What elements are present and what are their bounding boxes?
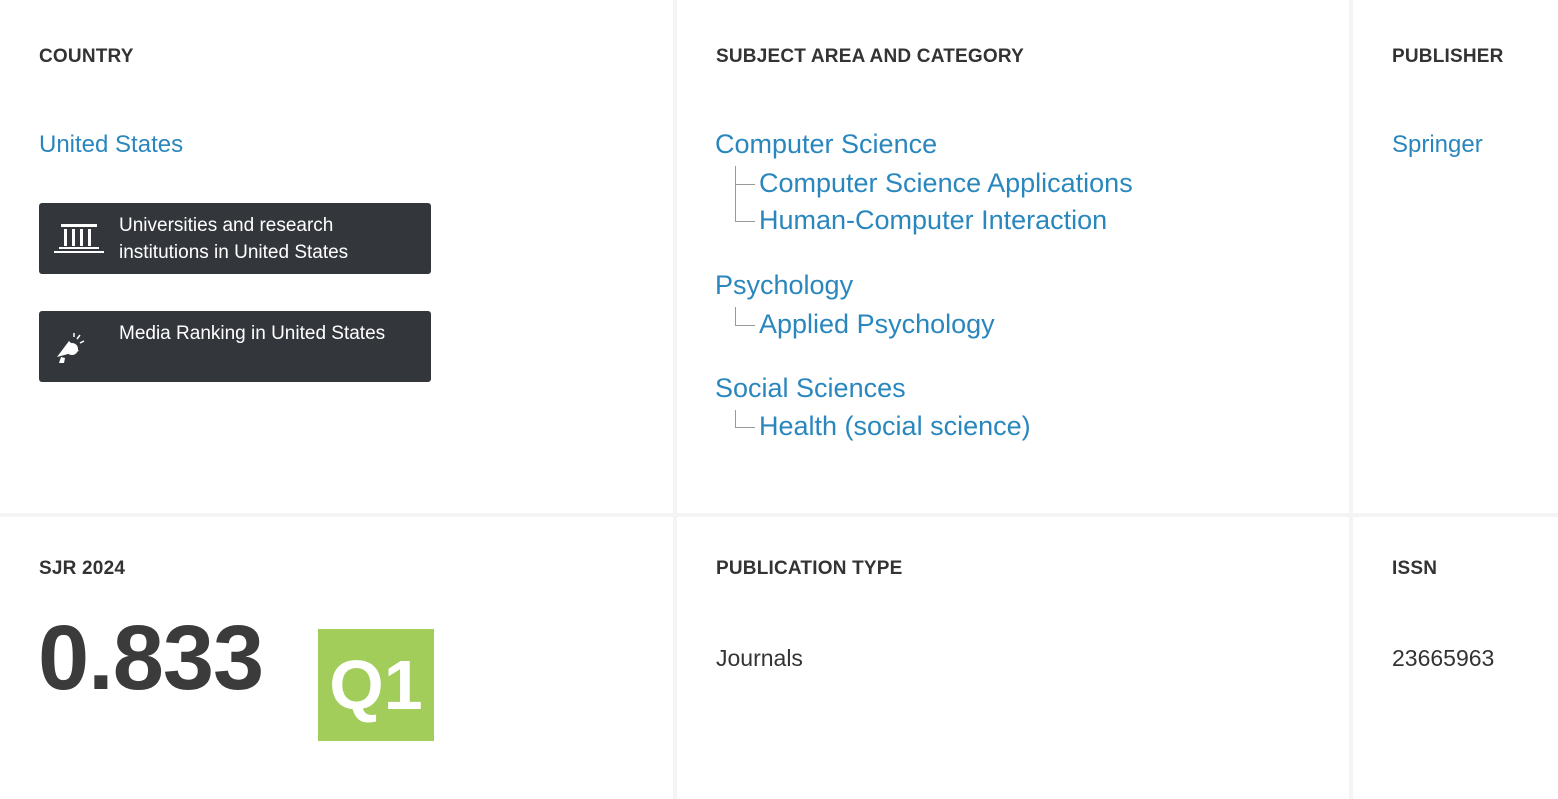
issn-panel: ISSN 23665963 <box>1353 517 1558 799</box>
subject-area-panel: SUBJECT AREA AND CATEGORY Computer Scien… <box>677 0 1349 513</box>
publication-type-value: Journals <box>716 645 803 671</box>
country-link[interactable]: United States <box>39 131 183 159</box>
subject-category-link[interactable]: Human-Computer Interaction <box>759 205 1107 236</box>
country-panel: COUNTRY United States Universities and r… <box>0 0 673 513</box>
media-ranking-button[interactable]: Media Ranking in United States <box>39 311 431 382</box>
tree-connector <box>735 325 755 326</box>
institution-icon <box>53 221 105 257</box>
subject-area-link[interactable]: Social Sciences <box>715 373 906 404</box>
country-heading: COUNTRY <box>39 46 134 67</box>
quartile-badge: Q1 <box>318 629 434 741</box>
publisher-panel: PUBLISHER Springer <box>1353 0 1558 513</box>
publication-type-heading: PUBLICATION TYPE <box>716 558 903 579</box>
tree-connector <box>735 410 736 427</box>
publisher-link[interactable]: Springer <box>1392 131 1483 159</box>
tree-connector <box>735 184 755 185</box>
universities-ranking-button[interactable]: Universities and research institutions i… <box>39 203 431 274</box>
subject-category-link[interactable]: Computer Science Applications <box>759 168 1133 199</box>
subject-category-link[interactable]: Health (social science) <box>759 411 1031 442</box>
media-ranking-label: Media Ranking in United States <box>119 323 386 344</box>
issn-value: 23665963 <box>1392 645 1495 671</box>
sjr-heading: SJR 2024 <box>39 558 126 579</box>
publication-type-panel: PUBLICATION TYPE Journals <box>677 517 1349 799</box>
universities-ranking-label: Universities and research institutions i… <box>119 215 349 263</box>
sjr-value: 0.833 <box>38 607 264 709</box>
tree-connector <box>735 221 755 222</box>
subject-area-link[interactable]: Psychology <box>715 270 853 301</box>
subject-area-link[interactable]: Computer Science <box>715 129 937 160</box>
tree-connector <box>735 166 736 222</box>
subject-category-link[interactable]: Applied Psychology <box>759 309 995 340</box>
tree-connector <box>735 307 736 325</box>
publisher-heading: PUBLISHER <box>1392 46 1504 67</box>
subject-heading: SUBJECT AREA AND CATEGORY <box>716 46 1024 67</box>
megaphone-icon <box>53 329 105 365</box>
issn-heading: ISSN <box>1392 558 1438 579</box>
tree-connector <box>735 427 755 428</box>
